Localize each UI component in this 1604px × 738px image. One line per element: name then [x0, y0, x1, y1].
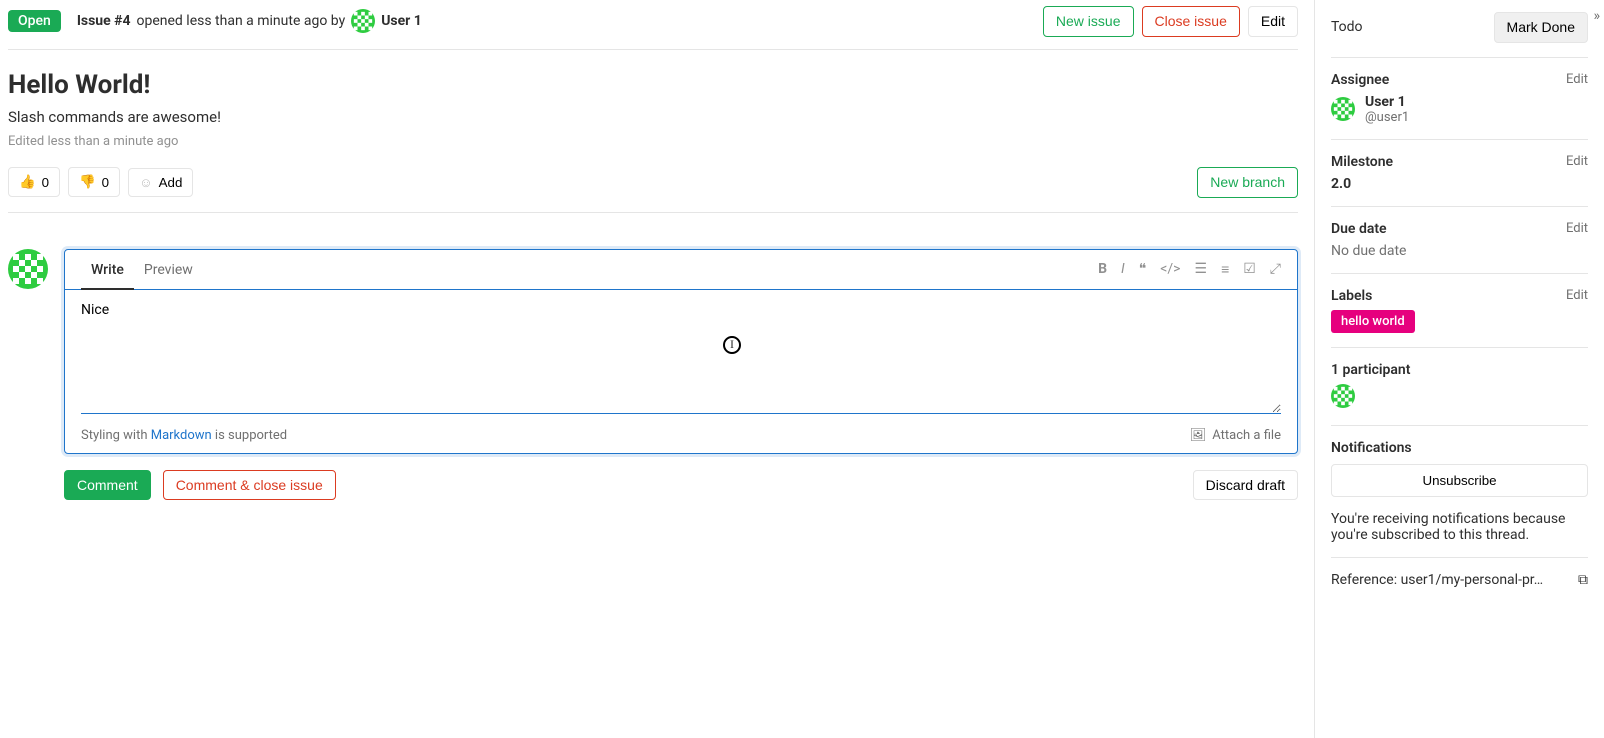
milestone-label: Milestone: [1331, 154, 1393, 170]
bullet-list-icon[interactable]: ☰: [1195, 261, 1208, 278]
tab-preview[interactable]: Preview: [134, 250, 203, 288]
attach-file-label: Attach a file: [1212, 428, 1281, 443]
opened-text: opened less than a minute ago by: [137, 13, 346, 29]
expand-sidebar-icon[interactable]: »: [1593, 8, 1600, 24]
thumbs-down-count: 0: [102, 175, 109, 190]
add-reaction-button[interactable]: ☺ Add: [128, 168, 193, 197]
assignee-avatar[interactable]: [1331, 97, 1355, 121]
issue-id: Issue #4: [77, 13, 131, 29]
comment-button[interactable]: Comment: [64, 470, 151, 501]
image-icon: 🖼: [1190, 428, 1207, 443]
notifications-note: You're receiving notifications because y…: [1331, 497, 1588, 543]
labels-edit[interactable]: Edit: [1566, 288, 1588, 303]
thumbs-up-button[interactable]: 👍 0: [8, 167, 60, 197]
issue-meta: Issue #4 opened less than a minute ago b…: [77, 9, 1043, 33]
label-chip[interactable]: hello world: [1331, 310, 1415, 333]
issue-sidebar: » Todo Mark Done Assignee Edit User 1 @u…: [1314, 0, 1604, 738]
italic-icon[interactable]: I: [1121, 261, 1125, 278]
due-date-label: Due date: [1331, 221, 1387, 237]
thumbs-down-icon: 👎: [79, 174, 96, 190]
todo-label: Todo: [1331, 19, 1363, 35]
status-badge: Open: [8, 10, 61, 32]
comment-close-button[interactable]: Comment & close issue: [163, 470, 336, 501]
reference-text: Reference: user1/my-personal-pr…: [1331, 572, 1570, 588]
smiley-icon: ☺: [139, 175, 153, 190]
due-date-edit[interactable]: Edit: [1566, 221, 1588, 236]
milestone-edit[interactable]: Edit: [1566, 154, 1588, 169]
code-icon[interactable]: </>: [1160, 261, 1180, 278]
thumbs-up-count: 0: [42, 175, 49, 190]
participant-avatar[interactable]: [1331, 384, 1355, 408]
new-branch-button[interactable]: New branch: [1197, 167, 1298, 198]
milestone-value[interactable]: 2.0: [1331, 170, 1588, 192]
new-issue-button[interactable]: New issue: [1043, 6, 1134, 37]
author-avatar[interactable]: [351, 9, 375, 33]
labels-label: Labels: [1331, 288, 1372, 304]
issue-title: Hello World!: [8, 50, 1298, 108]
fullscreen-icon[interactable]: ⤢: [1270, 261, 1281, 278]
mark-done-button[interactable]: Mark Done: [1494, 12, 1588, 43]
tab-write[interactable]: Write: [81, 250, 134, 290]
close-issue-button[interactable]: Close issue: [1142, 6, 1240, 37]
copy-reference-icon[interactable]: ⧉: [1578, 572, 1588, 588]
attach-file-button[interactable]: 🖼 Attach a file: [1190, 428, 1281, 443]
thumbs-up-icon: 👍: [19, 174, 36, 190]
thumbs-down-button[interactable]: 👎 0: [68, 167, 120, 197]
assignee-name[interactable]: User 1: [1365, 94, 1409, 110]
comment-textarea[interactable]: [81, 302, 1281, 414]
bold-icon[interactable]: B: [1098, 261, 1107, 278]
assignee-handle: @user1: [1365, 110, 1409, 125]
unsubscribe-button[interactable]: Unsubscribe: [1331, 464, 1588, 497]
due-date-value: No due date: [1331, 237, 1588, 259]
discard-draft-button[interactable]: Discard draft: [1193, 470, 1298, 501]
notifications-label: Notifications: [1331, 440, 1412, 456]
quote-icon[interactable]: ❝: [1139, 261, 1147, 278]
edited-meta: Edited less than a minute ago: [8, 126, 1298, 149]
markdown-link[interactable]: Markdown: [151, 428, 212, 443]
comment-editor: Write Preview B I ❝ </> ☰ ≡ ☑ ⤢: [64, 249, 1298, 454]
participants-label: 1 participant: [1331, 362, 1410, 378]
edit-issue-button[interactable]: Edit: [1248, 6, 1298, 37]
author-name[interactable]: User 1: [381, 13, 422, 29]
issue-header: Open Issue #4 opened less than a minute …: [8, 0, 1298, 50]
issue-description: Slash commands are awesome!: [8, 108, 1298, 126]
current-user-avatar[interactable]: [8, 249, 48, 289]
assignee-edit[interactable]: Edit: [1566, 72, 1588, 87]
task-list-icon[interactable]: ☑: [1243, 261, 1256, 278]
add-reaction-label: Add: [159, 175, 183, 190]
number-list-icon[interactable]: ≡: [1221, 261, 1229, 278]
markdown-hint: Styling with Markdown is supported: [81, 428, 287, 443]
assignee-label: Assignee: [1331, 72, 1389, 88]
